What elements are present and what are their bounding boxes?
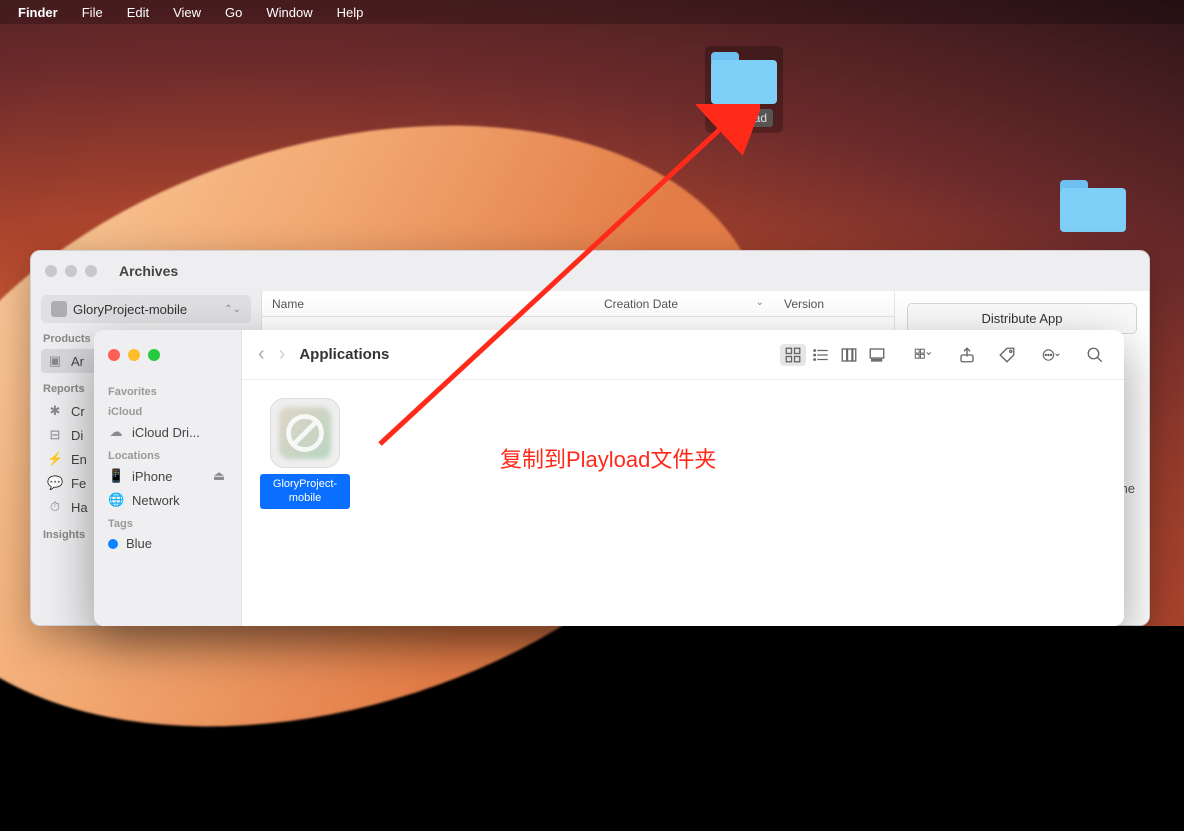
list-view-button[interactable]	[808, 344, 834, 366]
sidebar-section-icloud: iCloud	[94, 400, 241, 420]
column-headers: Name Creation Date⌄ Version	[262, 291, 894, 317]
traffic-lights	[108, 349, 160, 361]
finder-sidebar-titlebar	[94, 330, 241, 380]
col-date[interactable]: Creation Date⌄	[594, 297, 774, 311]
sidebar-item-icloud-drive[interactable]: ☁︎iCloud Dri...	[94, 420, 241, 444]
blue-tag-icon	[108, 539, 118, 549]
location-title: Applications	[299, 346, 389, 363]
zoom-button[interactable]	[148, 349, 160, 361]
action-button[interactable]	[1034, 344, 1068, 366]
xcode-titlebar: Archives	[31, 251, 1149, 291]
col-version[interactable]: Version	[774, 297, 894, 311]
menu-view[interactable]: View	[173, 5, 201, 20]
sidebar-section-locations: Locations	[94, 444, 241, 464]
finder-window: Favorites iCloud ☁︎iCloud Dri... Locatio…	[94, 330, 1124, 626]
sidebar-item-tag-blue[interactable]: Blue	[94, 532, 241, 555]
window-title: Archives	[119, 263, 178, 279]
traffic-lights	[45, 265, 97, 277]
minimize-button[interactable]	[65, 265, 77, 277]
sort-chevron-icon: ⌄	[756, 297, 764, 311]
minimize-button[interactable]	[128, 349, 140, 361]
prohibited-icon	[271, 399, 339, 467]
project-selector[interactable]: GloryProject-mobile ⌃⌄	[41, 295, 251, 323]
tag-button[interactable]	[994, 344, 1020, 366]
project-icon	[51, 301, 67, 317]
feedback-icon: 💬	[47, 475, 63, 491]
network-icon: 🌐	[108, 492, 124, 508]
system-menubar: Finder File Edit View Go Window Help	[0, 0, 1184, 24]
menu-edit[interactable]: Edit	[127, 5, 149, 20]
sidebar-item-network[interactable]: 🌐Network	[94, 488, 241, 512]
folder-icon	[1060, 180, 1126, 232]
menu-go[interactable]: Go	[225, 5, 242, 20]
chevron-updown-icon: ⌃⌄	[224, 304, 241, 315]
gallery-view-button[interactable]	[864, 344, 890, 366]
icon-view-button[interactable]	[780, 344, 806, 366]
menubar-app-name[interactable]: Finder	[18, 5, 58, 20]
energy-icon: ⚡	[47, 451, 63, 467]
zoom-button[interactable]	[85, 265, 97, 277]
close-button[interactable]	[108, 349, 120, 361]
finder-main: ‹ › Applications GloryProject-m	[242, 330, 1124, 626]
group-button[interactable]	[906, 344, 940, 366]
back-button[interactable]: ‹	[258, 343, 265, 366]
close-button[interactable]	[45, 265, 57, 277]
finder-sidebar: Favorites iCloud ☁︎iCloud Dri... Locatio…	[94, 330, 242, 626]
app-icon	[270, 398, 340, 468]
app-label: GloryProject-mobile	[260, 474, 350, 509]
search-button[interactable]	[1082, 344, 1108, 366]
menu-file[interactable]: File	[82, 5, 103, 20]
finder-toolbar: ‹ › Applications	[242, 330, 1124, 380]
folder-icon	[711, 52, 777, 104]
menu-window[interactable]: Window	[266, 5, 312, 20]
hangs-icon: ⏱	[47, 499, 63, 515]
project-name: GloryProject-mobile	[73, 302, 187, 317]
app-item-gloryproject[interactable]: GloryProject-mobile	[260, 398, 350, 509]
annotation-text: 复制到Playload文件夹	[500, 442, 716, 474]
menu-help[interactable]: Help	[337, 5, 364, 20]
disk-icon: ⊟	[47, 427, 63, 443]
iphone-icon: 📱	[108, 468, 124, 484]
desktop-folder-playload[interactable]: Playload	[705, 46, 783, 133]
sidebar-section-favorites: Favorites	[94, 380, 241, 400]
forward-button[interactable]: ›	[279, 343, 286, 366]
cloud-icon: ☁︎	[108, 424, 124, 440]
crash-icon: ✱	[47, 403, 63, 419]
sidebar-section-tags: Tags	[94, 512, 241, 532]
column-view-button[interactable]	[836, 344, 862, 366]
col-name[interactable]: Name	[262, 297, 594, 311]
finder-content[interactable]: GloryProject-mobile	[242, 380, 1124, 626]
archive-icon: ▣	[47, 353, 63, 369]
share-button[interactable]	[954, 344, 980, 366]
sidebar-item-iphone[interactable]: 📱iPhone⏏	[94, 464, 241, 488]
desktop-folder-unnamed[interactable]	[1060, 180, 1126, 237]
view-switcher	[778, 342, 892, 368]
folder-label: Playload	[715, 109, 773, 127]
eject-icon[interactable]: ⏏	[211, 468, 227, 484]
